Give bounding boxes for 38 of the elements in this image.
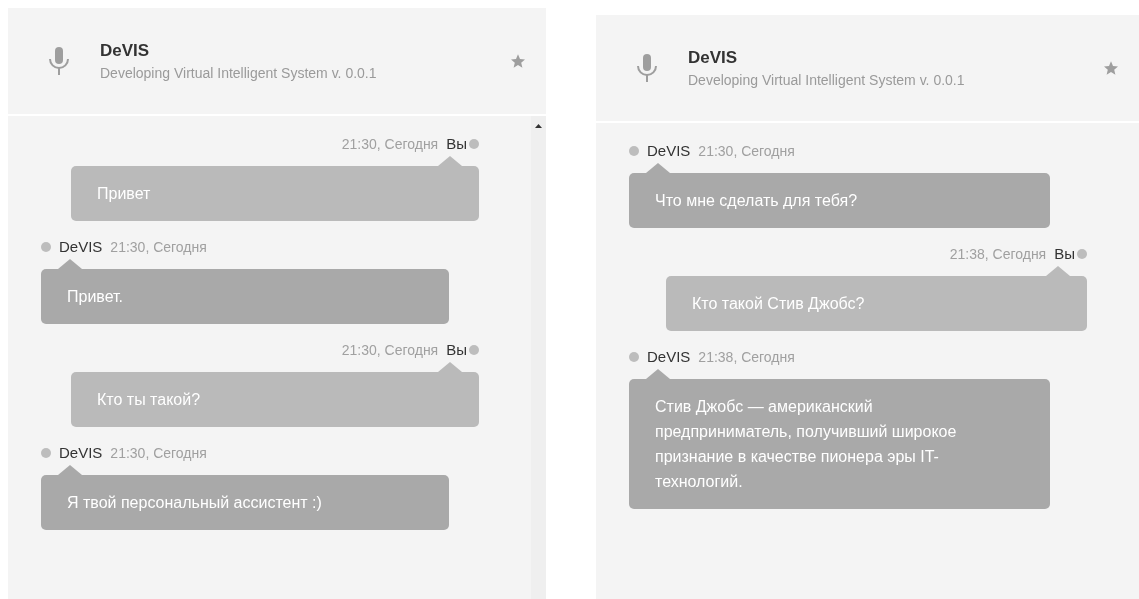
sender-name: DeVIS <box>59 236 103 257</box>
bubble-pointer-icon <box>58 465 82 475</box>
message-time: 21:30, Сегодня <box>110 443 207 463</box>
sender-name: DeVIS <box>647 346 691 367</box>
message-time: 21:30, Сегодня <box>341 340 439 360</box>
sender-name: DeVIS <box>59 442 103 463</box>
bubble-pointer-icon <box>438 362 462 372</box>
message-bubble: Что мне сделать для тебя? <box>629 173 1050 228</box>
message-time: 21:30, Сегодня <box>698 141 795 161</box>
message-time: 21:30, Сегодня <box>110 237 207 257</box>
microphone-icon <box>636 53 658 83</box>
app-title: DeVIS <box>100 39 151 62</box>
sender-name: DeVIS <box>647 140 691 161</box>
message-time: 21:38, Сегодня <box>949 244 1047 264</box>
star-icon[interactable] <box>510 53 526 69</box>
bubble-pointer-icon <box>1046 266 1070 276</box>
app-subtitle: Developing Virtual Intelligent System v. 0.0.1 <box>100 64 378 84</box>
sender-name: Вы <box>1054 243 1075 264</box>
scroll-up-icon[interactable] <box>535 124 542 128</box>
star-icon[interactable] <box>1103 60 1119 76</box>
message-bubble: Кто ты такой? <box>71 372 479 427</box>
message-bubble: Привет <box>71 166 479 221</box>
sender-name: Вы <box>446 339 467 360</box>
message-bubble: Стив Джобс — американский предприниматель, получивший широкое признание в качестве пионера эры IT-технологий. <box>629 379 1050 509</box>
microphone-icon <box>48 46 70 76</box>
message-time: 21:30, Сегодня <box>341 134 439 154</box>
sender-name: Вы <box>446 133 467 154</box>
app-title: DeVIS <box>688 46 739 69</box>
app-subtitle: Developing Virtual Intelligent System v. 0.0.1 <box>688 71 966 91</box>
bubble-pointer-icon <box>646 369 670 379</box>
scrollbar[interactable] <box>531 116 546 599</box>
message-bubble: Я твой персональный ассистент :) <box>41 475 449 530</box>
message-bubble: Привет. <box>41 269 449 324</box>
bubble-pointer-icon <box>58 259 82 269</box>
message-time: 21:38, Сегодня <box>698 347 795 367</box>
message-bubble: Кто такой Стив Джобс? <box>666 276 1087 331</box>
bubble-pointer-icon <box>646 163 670 173</box>
bubble-pointer-icon <box>438 156 462 166</box>
